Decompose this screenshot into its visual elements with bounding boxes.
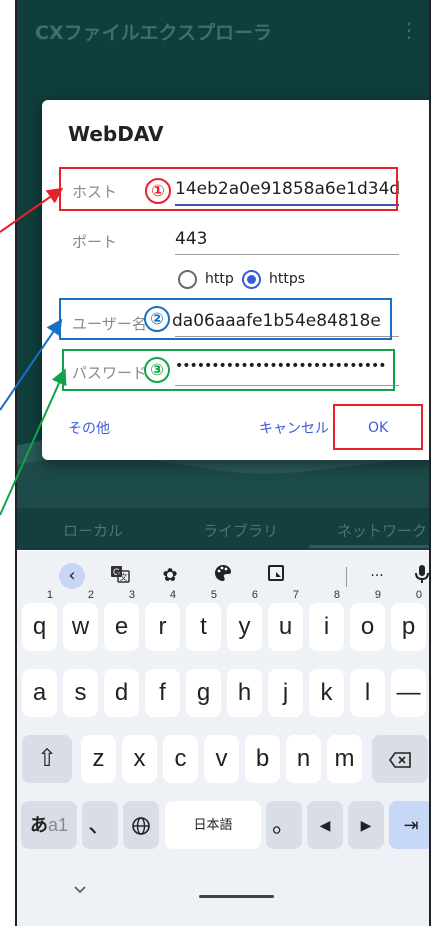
http-radio[interactable]	[178, 270, 197, 289]
key-number-hint: 6	[251, 589, 258, 601]
back-icon[interactable]: ‹	[59, 563, 85, 589]
password-highlight-box	[62, 349, 395, 391]
key-number-hint: 8	[333, 589, 340, 601]
key-number-hint: 3	[128, 589, 135, 601]
key-label: y	[238, 613, 251, 640]
key-x[interactable]: x	[122, 735, 157, 783]
key-u[interactable]: u7	[268, 589, 303, 651]
key-n[interactable]: n	[286, 735, 321, 783]
backspace-icon[interactable]	[372, 735, 428, 783]
clipboard-icon[interactable]	[263, 563, 289, 589]
key-s[interactable]: s	[63, 669, 98, 717]
cursor-right-icon[interactable]: ▶	[348, 801, 384, 849]
app-title: CXファイルエクスプローラ	[35, 22, 273, 44]
overflow-menu-icon[interactable]: ⋮	[399, 18, 419, 42]
tab-bar: ローカル ライブラリ ネットワーク	[17, 508, 429, 550]
mic-icon[interactable]	[409, 563, 429, 589]
key-i[interactable]: i8	[309, 589, 344, 651]
key-r[interactable]: r4	[145, 589, 180, 651]
username-highlight-box	[59, 298, 392, 340]
key-j[interactable]: j	[268, 669, 303, 717]
key-g[interactable]: g	[186, 669, 221, 717]
key-label: u	[278, 613, 293, 640]
key-v[interactable]: v	[204, 735, 239, 783]
key-number-hint: 0	[415, 589, 422, 601]
port-underline	[175, 254, 399, 255]
marker-2: ②	[144, 306, 170, 332]
comma-key[interactable]: 、	[82, 801, 118, 849]
dialog-title: WebDAV	[68, 122, 164, 146]
key-c[interactable]: c	[163, 735, 198, 783]
key-label: t	[200, 613, 207, 640]
http-label: http	[205, 271, 234, 287]
key-number-hint: 7	[292, 589, 299, 601]
soft-keyboard: ‹ G文 ✿ ··· q1w2e3r4t5y6u7i8o9p0 asdfghjk…	[17, 551, 429, 926]
key-o[interactable]: o9	[350, 589, 385, 651]
marker-1: ①	[145, 178, 171, 204]
key-z[interactable]: z	[81, 735, 116, 783]
lang-switch-key[interactable]: あa1	[21, 801, 77, 849]
host-highlight-box	[59, 167, 398, 211]
app-header: CXファイルエクスプローラ ⋮	[17, 0, 429, 64]
phone-screen: CXファイルエクスプローラ ⋮ ローカル ライブラリ ネットワーク WebDAV…	[15, 0, 431, 926]
tab-underline	[309, 545, 429, 548]
cursor-left-icon[interactable]: ◀	[307, 801, 343, 849]
key-f[interactable]: f	[145, 669, 180, 717]
key-label: p	[401, 613, 416, 640]
key-label: r	[158, 613, 167, 640]
tab-network[interactable]: ネットワーク	[337, 520, 427, 541]
key-label: q	[32, 613, 47, 640]
key-m[interactable]: m	[327, 735, 362, 783]
key-dash[interactable]: —	[391, 669, 426, 717]
globe-icon[interactable]	[123, 801, 159, 849]
marker-3: ③	[144, 357, 170, 383]
key-label: e	[114, 613, 129, 640]
key-number-hint: 4	[169, 589, 176, 601]
tab-library[interactable]: ライブラリ	[203, 520, 278, 541]
more-icon[interactable]: ···	[364, 563, 390, 589]
key-t[interactable]: t5	[186, 589, 221, 651]
lang-switch-rest: a1	[47, 815, 69, 835]
key-y[interactable]: y6	[227, 589, 262, 651]
key-a[interactable]: a	[22, 669, 57, 717]
key-b[interactable]: b	[245, 735, 280, 783]
key-k[interactable]: k	[309, 669, 344, 717]
period-key[interactable]: 。	[266, 801, 302, 849]
key-label: o	[360, 613, 375, 640]
chevron-down-icon[interactable]	[73, 883, 87, 899]
shift-icon[interactable]: ⇧	[22, 735, 72, 783]
key-w[interactable]: w2	[63, 589, 98, 651]
key-e[interactable]: e3	[104, 589, 139, 651]
other-button[interactable]: その他	[68, 418, 110, 438]
tab-forward-icon[interactable]: ⇥	[389, 801, 429, 849]
translate-icon[interactable]: G文	[107, 563, 133, 589]
key-label: i	[323, 613, 330, 640]
settings-icon[interactable]: ✿	[157, 563, 183, 589]
palette-icon[interactable]	[210, 563, 236, 589]
space-key[interactable]: 日本語	[165, 801, 261, 849]
key-l[interactable]: l	[350, 669, 385, 717]
port-label: ポート	[72, 233, 118, 251]
ok-highlight-box	[333, 404, 423, 450]
key-d[interactable]: d	[104, 669, 139, 717]
svg-text:文: 文	[120, 572, 128, 582]
https-label: https	[269, 271, 306, 287]
key-label: w	[71, 613, 90, 640]
tab-local[interactable]: ローカル	[63, 520, 123, 541]
keyboard-toolbar: ‹ G文 ✿ ···	[17, 551, 429, 601]
key-number-hint: 1	[46, 589, 53, 601]
home-indicator	[199, 895, 274, 898]
key-h[interactable]: h	[227, 669, 262, 717]
https-radio[interactable]	[242, 270, 261, 289]
key-number-hint: 9	[374, 589, 381, 601]
key-q[interactable]: q1	[22, 589, 57, 651]
key-number-hint: 5	[210, 589, 217, 601]
key-p[interactable]: p0	[391, 589, 426, 651]
cancel-button[interactable]: キャンセル	[259, 418, 329, 438]
key-number-hint: 2	[87, 589, 94, 601]
port-input[interactable]: 443	[175, 229, 207, 249]
toolbar-divider	[346, 567, 347, 587]
